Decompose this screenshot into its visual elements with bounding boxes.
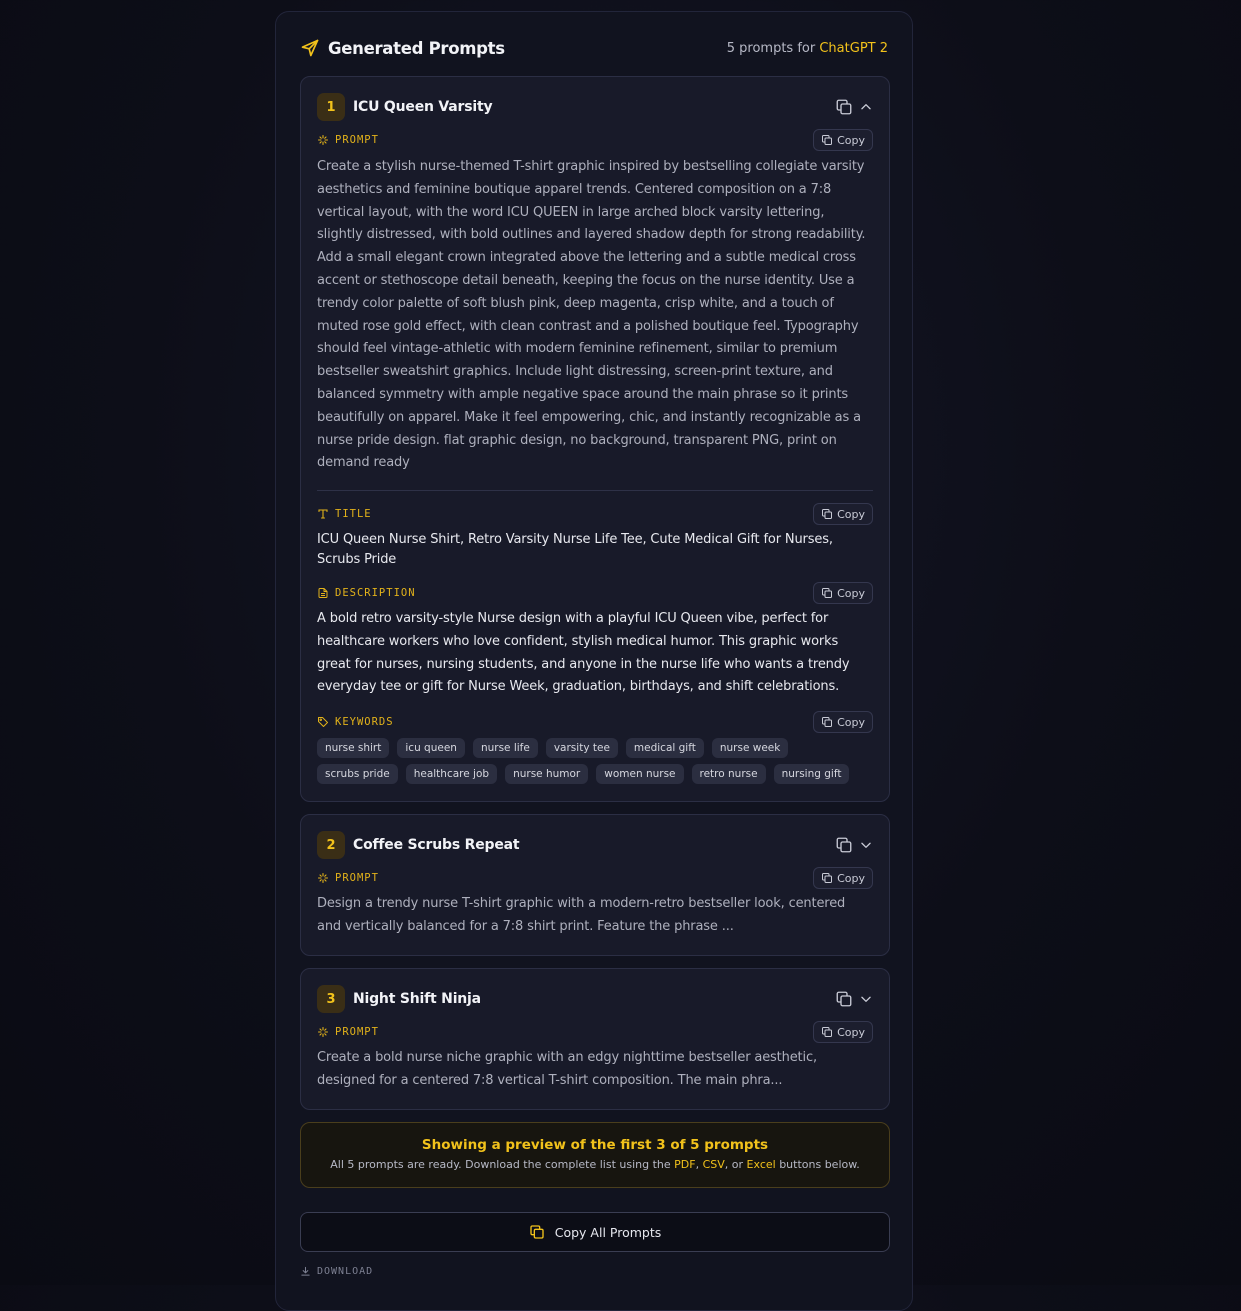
copy-prompt-button[interactable]: Copy bbox=[813, 129, 873, 151]
download-icon bbox=[301, 1266, 310, 1276]
copy-icon bbox=[822, 135, 833, 145]
copy-icon[interactable] bbox=[835, 98, 853, 116]
panel-header: Generated Prompts 5 prompts for ChatGPT … bbox=[300, 36, 888, 60]
copy-prompt-button[interactable]: Copy bbox=[813, 867, 873, 889]
copy-prompt-button[interactable]: Copy bbox=[813, 1021, 873, 1043]
sparkle-icon bbox=[317, 1026, 329, 1038]
send-icon bbox=[301, 39, 319, 57]
prompt-label: PROMPT bbox=[317, 134, 379, 146]
keyword-tag: nurse week bbox=[711, 738, 789, 758]
card-title: ICU Queen Varsity bbox=[353, 99, 493, 115]
card-number: 3 bbox=[317, 985, 345, 1013]
card-header[interactable]: 3 Night Shift Ninja bbox=[317, 985, 873, 1013]
preview-notice: Showing a preview of the first 3 of 5 pr… bbox=[300, 1122, 890, 1188]
card-header[interactable]: 1 ICU Queen Varsity bbox=[317, 93, 873, 121]
excel-link[interactable]: Excel bbox=[747, 1158, 776, 1171]
keyword-tag: medical gift bbox=[625, 738, 704, 758]
pdf-link[interactable]: PDF bbox=[674, 1158, 695, 1171]
document-icon bbox=[318, 588, 328, 598]
description-label: DESCRIPTION bbox=[317, 587, 416, 599]
card-title: Night Shift Ninja bbox=[353, 991, 481, 1007]
download-section-label: DOWNLOAD bbox=[300, 1266, 373, 1277]
copy-icon bbox=[822, 588, 833, 598]
keyword-tag: healthcare job bbox=[405, 764, 498, 784]
prompt-count-meta: 5 prompts for ChatGPT 2 bbox=[727, 41, 888, 56]
prompt-label: PROMPT bbox=[317, 1026, 379, 1038]
copy-keywords-button[interactable]: Copy bbox=[813, 711, 873, 733]
keyword-tag: icu queen bbox=[397, 738, 465, 758]
keyword-tag: nurse life bbox=[472, 738, 538, 758]
description-text: A bold retro varsity-style Nurse design … bbox=[317, 611, 850, 695]
keyword-tag: nurse humor bbox=[505, 764, 589, 784]
keywords-label: KEYWORDS bbox=[317, 716, 394, 728]
text-type-icon bbox=[318, 509, 328, 519]
copy-icon[interactable] bbox=[835, 990, 853, 1008]
card-number: 2 bbox=[317, 831, 345, 859]
keyword-tag: women nurse bbox=[596, 764, 684, 784]
copy-icon bbox=[822, 1027, 833, 1037]
generated-prompts-panel: Generated Prompts 5 prompts for ChatGPT … bbox=[275, 11, 913, 1311]
card-title: Coffee Scrubs Repeat bbox=[353, 837, 520, 853]
tag-icon bbox=[318, 717, 328, 727]
panel-title: Generated Prompts bbox=[328, 38, 505, 58]
copy-all-label: Copy All Prompts bbox=[554, 1224, 662, 1240]
keyword-tag: nurse shirt bbox=[317, 738, 390, 758]
title-label: TITLE bbox=[317, 508, 372, 520]
copy-icon bbox=[822, 509, 833, 519]
prompt-card-1: 1 ICU Queen Varsity PROMPT Copy Create a… bbox=[300, 76, 890, 802]
model-name: ChatGPT 2 bbox=[819, 40, 888, 56]
meta-prefix: 5 prompts for bbox=[726, 40, 816, 56]
copy-title-button[interactable]: Copy bbox=[813, 503, 873, 525]
prompt-preview-text: Create a bold nurse niche graphic with a… bbox=[317, 1050, 817, 1088]
keyword-tag: nursing gift bbox=[773, 764, 850, 784]
card-number: 1 bbox=[317, 93, 345, 121]
copy-description-button[interactable]: Copy bbox=[813, 582, 873, 604]
copy-icon bbox=[822, 717, 833, 727]
copy-icon bbox=[530, 1225, 544, 1239]
chevron-up-icon[interactable] bbox=[859, 100, 873, 114]
card-header[interactable]: 2 Coffee Scrubs Repeat bbox=[317, 831, 873, 859]
prompt-label: PROMPT bbox=[317, 872, 379, 884]
prompt-card-3: 3 Night Shift Ninja PROMPT Copy Create a… bbox=[300, 968, 890, 1110]
keyword-tag: varsity tee bbox=[545, 738, 618, 758]
sparkle-icon bbox=[317, 872, 329, 884]
copy-icon[interactable] bbox=[835, 836, 853, 854]
prompt-preview-text: Design a trendy nurse T-shirt graphic wi… bbox=[317, 896, 846, 934]
prompt-card-2: 2 Coffee Scrubs Repeat PROMPT Copy Desig… bbox=[300, 814, 890, 956]
title-text: ICU Queen Nurse Shirt, Retro Varsity Nur… bbox=[317, 532, 833, 567]
csv-link[interactable]: CSV bbox=[703, 1158, 725, 1171]
prompt-text: Create a stylish nurse-themed T-shirt gr… bbox=[317, 159, 866, 471]
notice-body: All 5 prompts are ready. Download the co… bbox=[330, 1158, 860, 1171]
sparkle-icon bbox=[317, 134, 329, 146]
keyword-tag: retro nurse bbox=[691, 764, 766, 784]
chevron-down-icon[interactable] bbox=[859, 992, 873, 1006]
section-divider bbox=[317, 490, 873, 491]
copy-icon bbox=[822, 873, 833, 883]
keyword-tag: scrubs pride bbox=[317, 764, 398, 784]
keyword-tags: nurse shirt icu queen nurse life varsity… bbox=[317, 738, 873, 784]
chevron-down-icon[interactable] bbox=[859, 838, 873, 852]
copy-all-prompts-button[interactable]: Copy All Prompts bbox=[300, 1212, 890, 1252]
notice-title: Showing a preview of the first 3 of 5 pr… bbox=[421, 1137, 769, 1153]
